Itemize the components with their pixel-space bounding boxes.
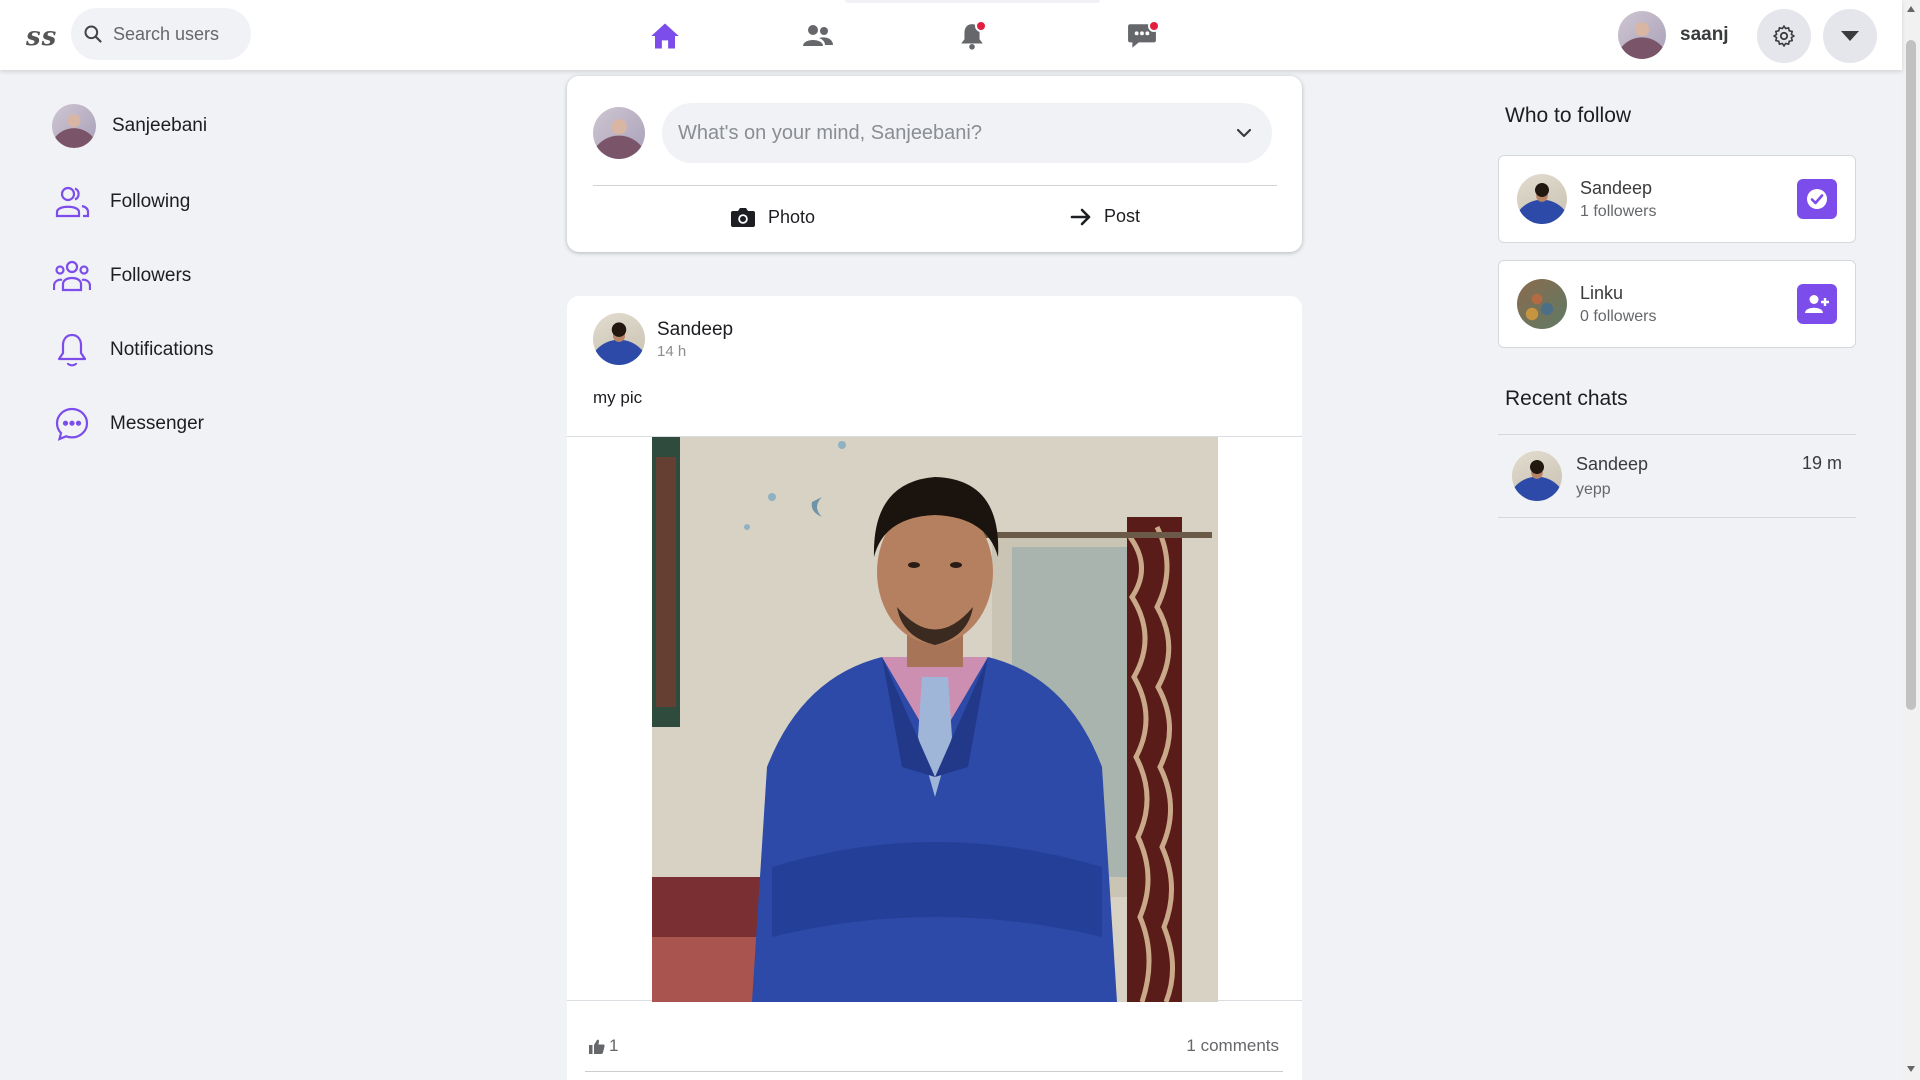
post-author[interactable]: Sandeep 14 h: [593, 313, 733, 365]
chat-name: Sandeep: [1576, 453, 1649, 474]
nav-highlight: [845, 0, 1100, 3]
avatar[interactable]: [1618, 11, 1666, 59]
avatar: [593, 107, 645, 159]
composer-input-box[interactable]: [662, 103, 1272, 163]
avatar[interactable]: [593, 313, 645, 365]
post-label: Post: [1104, 206, 1141, 226]
post-composer: Photo Post: [567, 76, 1302, 252]
post-text: my pic: [593, 388, 643, 407]
sidebar-item-label: Sanjeebani: [112, 115, 208, 136]
app-logo[interactable]: ss: [26, 22, 57, 52]
messages-badge: [1148, 20, 1160, 32]
top-bar: ss Search users saanj: [0, 0, 1902, 70]
right-sidebar: Who to follow Sandeep 1 followers Linku …: [1498, 104, 1856, 518]
divider: [593, 185, 1277, 186]
avatar[interactable]: [1517, 279, 1567, 329]
scroll-down-icon[interactable]: [1907, 1066, 1915, 1072]
caret-down-icon: [1841, 31, 1859, 41]
chevron-down-icon[interactable]: [1236, 128, 1252, 138]
suggestion-card[interactable]: Linku 0 followers: [1498, 260, 1856, 348]
suggestion-followers: 1 followers: [1580, 202, 1657, 220]
add-user-icon: [1805, 295, 1829, 313]
post-timestamp: 14 h: [657, 342, 687, 360]
recent-chats-title: Recent chats: [1505, 387, 1628, 410]
sidebar-item-label: Notifications: [110, 339, 214, 360]
sidebar-item-following[interactable]: Following: [52, 180, 352, 224]
sidebar-item-profile[interactable]: Sanjeebani: [52, 104, 352, 148]
post-photo-illustration: [651, 437, 1218, 1002]
suggestion-card[interactable]: Sandeep 1 followers: [1498, 155, 1856, 243]
post-footer: 1 1 comments: [589, 1036, 1279, 1056]
account-dropdown-button[interactable]: [1823, 9, 1877, 63]
photo-button[interactable]: Photo: [730, 206, 815, 228]
post-image-frame: [567, 436, 1302, 1002]
camera-icon: [731, 208, 755, 227]
users-icon: [803, 25, 833, 46]
search-input[interactable]: [113, 23, 233, 45]
nav-notifications[interactable]: [952, 18, 992, 54]
thumbs-up-icon: [589, 1039, 605, 1054]
sidebar-item-messenger[interactable]: Messenger: [52, 402, 352, 446]
avatar: [1512, 451, 1562, 501]
sidebar-item-followers[interactable]: Followers: [52, 254, 352, 298]
sidebar-item-label: Followers: [110, 265, 192, 286]
left-sidebar: Sanjeebani Following Followers Notificat…: [52, 104, 352, 476]
chat-time: 19 m: [1801, 453, 1842, 473]
following-toggle-button[interactable]: [1797, 179, 1837, 219]
messenger-icon: [52, 404, 92, 444]
settings-button[interactable]: [1757, 9, 1811, 63]
nav-friends[interactable]: [798, 18, 838, 54]
check-circle-icon: [1807, 189, 1827, 209]
composer-input[interactable]: [678, 121, 1198, 145]
avatar: [52, 104, 96, 148]
feed-post: Sandeep 14 h my pic 1 1 comments: [567, 296, 1302, 1080]
like-count: 1: [609, 1036, 619, 1055]
search-icon: [84, 25, 102, 43]
profile-menu[interactable]: saanj: [1618, 10, 1729, 60]
arrow-right-icon: [1070, 208, 1091, 225]
chat-item[interactable]: Sandeep yepp 19 m: [1498, 434, 1856, 518]
follow-button[interactable]: [1797, 284, 1837, 324]
nav-messages[interactable]: [1122, 18, 1162, 54]
top-username[interactable]: saanj: [1680, 24, 1729, 46]
avatar[interactable]: [1517, 174, 1567, 224]
scroll-thumb[interactable]: [1906, 40, 1916, 710]
scroll-up-icon[interactable]: [1907, 6, 1915, 12]
nav-home[interactable]: [645, 18, 685, 54]
suggestion-name[interactable]: Sandeep: [1580, 178, 1797, 199]
post-author-name[interactable]: Sandeep: [657, 319, 733, 341]
sidebar-item-label: Following: [110, 191, 191, 212]
home-icon: [651, 23, 679, 49]
photo-label: Photo: [768, 206, 816, 227]
bell-outline-icon: [52, 330, 92, 370]
comments-count[interactable]: 1 comments: [1186, 1036, 1279, 1056]
gear-icon: [1773, 25, 1795, 47]
like-count-button[interactable]: 1: [589, 1036, 618, 1056]
notification-badge: [975, 20, 987, 32]
page-scrollbar[interactable]: [1902, 0, 1920, 1080]
followers-icon: [52, 256, 92, 296]
post-photo[interactable]: [651, 437, 1218, 1002]
post-button[interactable]: Post: [1070, 206, 1140, 227]
sidebar-item-notifications[interactable]: Notifications: [52, 328, 352, 372]
suggestion-followers: 0 followers: [1580, 307, 1657, 325]
search-box[interactable]: [71, 8, 251, 60]
suggestion-name[interactable]: Linku: [1580, 283, 1797, 304]
who-to-follow-title: Who to follow: [1505, 104, 1632, 127]
following-icon: [52, 182, 92, 222]
chat-last-message: yepp: [1576, 480, 1611, 498]
divider: [585, 1071, 1283, 1072]
sidebar-item-label: Messenger: [110, 413, 204, 434]
